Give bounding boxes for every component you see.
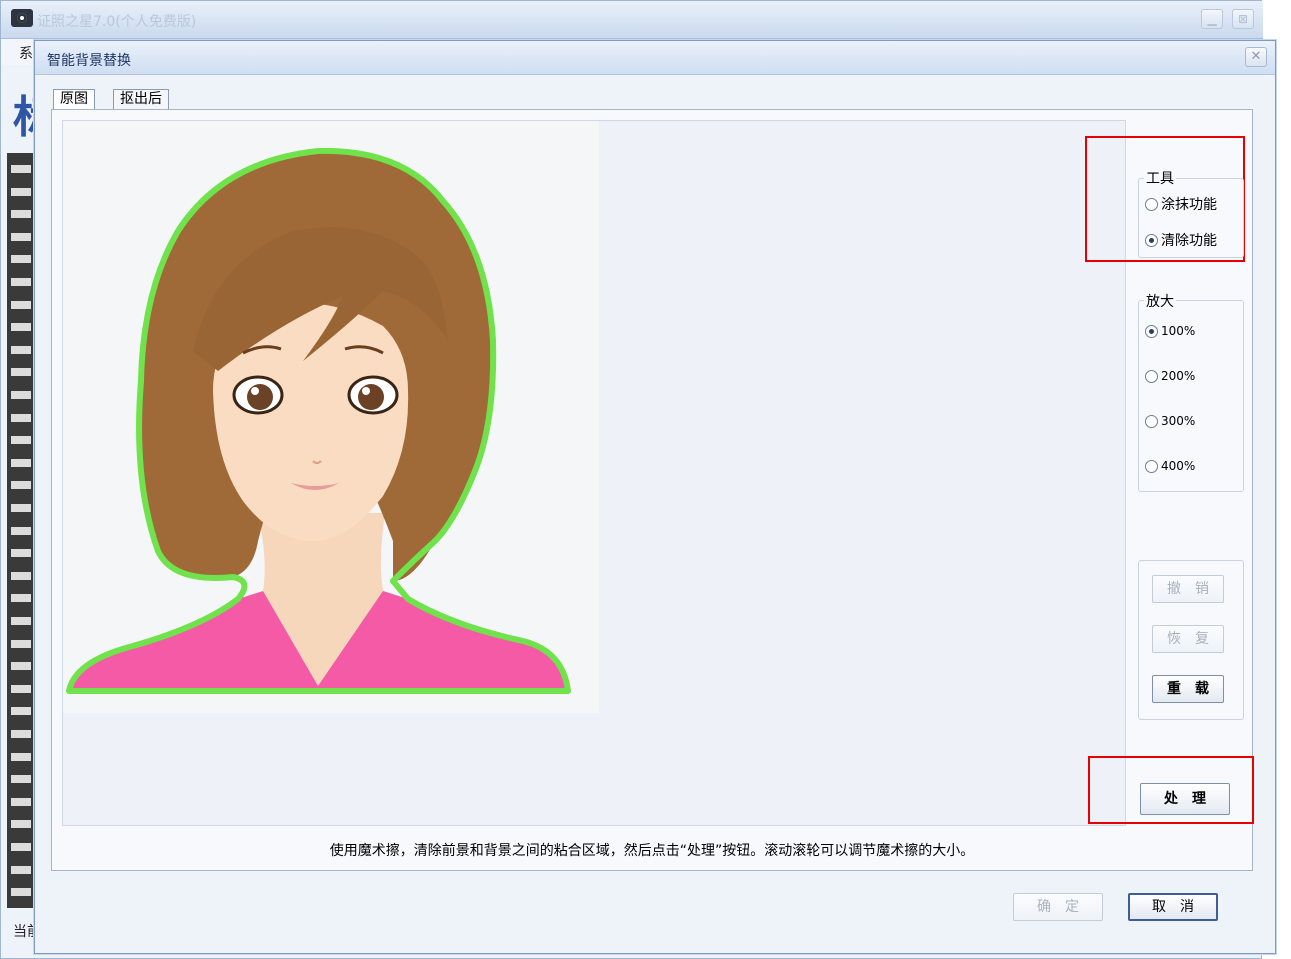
film-perforation xyxy=(11,391,31,399)
film-perforation xyxy=(11,843,31,851)
film-perforation xyxy=(11,413,31,422)
tools-group-title: 工具 xyxy=(1144,168,1176,188)
redo-button[interactable]: 恢 复 xyxy=(1152,625,1224,653)
zoom-group-title: 放大 xyxy=(1144,291,1176,311)
portrait-image xyxy=(63,121,599,713)
maximize-icon[interactable]: ⊠ xyxy=(1232,9,1254,29)
process-button[interactable]: 处 理 xyxy=(1140,783,1230,815)
film-perforation xyxy=(11,345,31,354)
film-perforation xyxy=(11,368,31,377)
film-perforation xyxy=(11,707,31,716)
radio-button-icon[interactable] xyxy=(1145,197,1158,211)
radio-button-icon[interactable] xyxy=(1145,459,1158,473)
tab-cutout[interactable]: 抠出后 xyxy=(113,89,169,109)
background-titlebar: 证照之星7.0(个人免费版) ▁ ⊠ xyxy=(1,1,1263,39)
radio-zoom-300[interactable]: 300% xyxy=(1145,411,1195,431)
camera-icon xyxy=(11,9,33,27)
film-strip xyxy=(7,153,35,908)
background-window-title: 证照之星7.0(个人免费版) xyxy=(37,14,197,30)
film-perforation xyxy=(11,594,31,603)
close-icon[interactable]: ✕ xyxy=(1245,47,1267,67)
film-perforation xyxy=(11,300,31,309)
dialog-titlebar: 智能背景替换 ✕ xyxy=(35,41,1275,75)
minimize-icon[interactable]: ▁ xyxy=(1201,9,1223,29)
radio-button-icon[interactable] xyxy=(1145,369,1158,383)
reload-button[interactable]: 重 载 xyxy=(1152,675,1224,703)
film-perforation xyxy=(11,323,31,332)
film-perforation xyxy=(11,504,31,512)
radio-button-checked-icon[interactable] xyxy=(1145,233,1158,247)
film-perforation xyxy=(11,436,31,445)
cancel-button[interactable]: 取 消 xyxy=(1128,893,1218,921)
film-perforation xyxy=(11,481,31,490)
film-perforation xyxy=(11,797,31,806)
film-perforation xyxy=(11,278,31,286)
background-menu-item[interactable]: 系 xyxy=(19,43,33,63)
radio-button-checked-icon[interactable] xyxy=(1145,324,1158,338)
portrait-illustration xyxy=(66,147,571,694)
film-perforation xyxy=(11,165,31,173)
radio-zoom-400-label: 400% xyxy=(1161,459,1196,473)
radio-zoom-300-label: 300% xyxy=(1161,414,1196,428)
image-canvas[interactable] xyxy=(62,120,1126,826)
film-perforation xyxy=(11,617,31,625)
film-perforation xyxy=(11,210,31,219)
dialog-title: 智能背景替换 xyxy=(47,53,131,69)
film-perforation xyxy=(11,820,31,829)
radio-clear[interactable]: 清除功能 xyxy=(1145,230,1217,250)
film-perforation xyxy=(11,752,31,761)
film-perforation xyxy=(11,526,31,535)
radio-clear-label: 清除功能 xyxy=(1161,233,1217,249)
radio-zoom-400[interactable]: 400% xyxy=(1145,456,1195,476)
ok-button[interactable]: 确 定 xyxy=(1013,893,1103,921)
tab-panel: 工具 涂抹功能 清除功能 放大 100% 200% 300% 400% 撤 销 … xyxy=(51,109,1254,871)
film-perforation xyxy=(11,662,31,671)
radio-smear-label: 涂抹功能 xyxy=(1161,197,1217,213)
film-perforation xyxy=(11,255,31,264)
film-perforation xyxy=(11,571,31,580)
radio-zoom-100-label: 100% xyxy=(1161,324,1196,338)
radio-zoom-200[interactable]: 200% xyxy=(1145,366,1195,386)
hint-text: 使用魔术擦，清除前景和背景之间的粘合区域，然后点击“处理”按钮。滚动滚轮可以调节… xyxy=(329,843,975,859)
film-perforation xyxy=(11,888,31,897)
radio-zoom-200-label: 200% xyxy=(1161,369,1196,383)
film-perforation xyxy=(11,639,31,648)
film-perforation xyxy=(11,730,31,738)
film-perforation xyxy=(11,187,31,196)
undo-button[interactable]: 撤 销 xyxy=(1152,575,1224,603)
radio-smear[interactable]: 涂抹功能 xyxy=(1145,194,1217,214)
film-perforation xyxy=(11,458,31,467)
film-perforation xyxy=(11,232,31,241)
smart-background-dialog: 智能背景替换 ✕ 原图 抠出后 工具 涂抹功能 清除功能 放大 100% 200… xyxy=(34,40,1276,954)
radio-zoom-100[interactable]: 100% xyxy=(1145,321,1195,341)
tab-original[interactable]: 原图 xyxy=(53,89,95,109)
film-perforation xyxy=(11,549,31,558)
film-perforation xyxy=(11,684,31,693)
radio-button-icon[interactable] xyxy=(1145,414,1158,428)
film-perforation xyxy=(11,865,31,874)
film-perforation xyxy=(11,775,31,784)
